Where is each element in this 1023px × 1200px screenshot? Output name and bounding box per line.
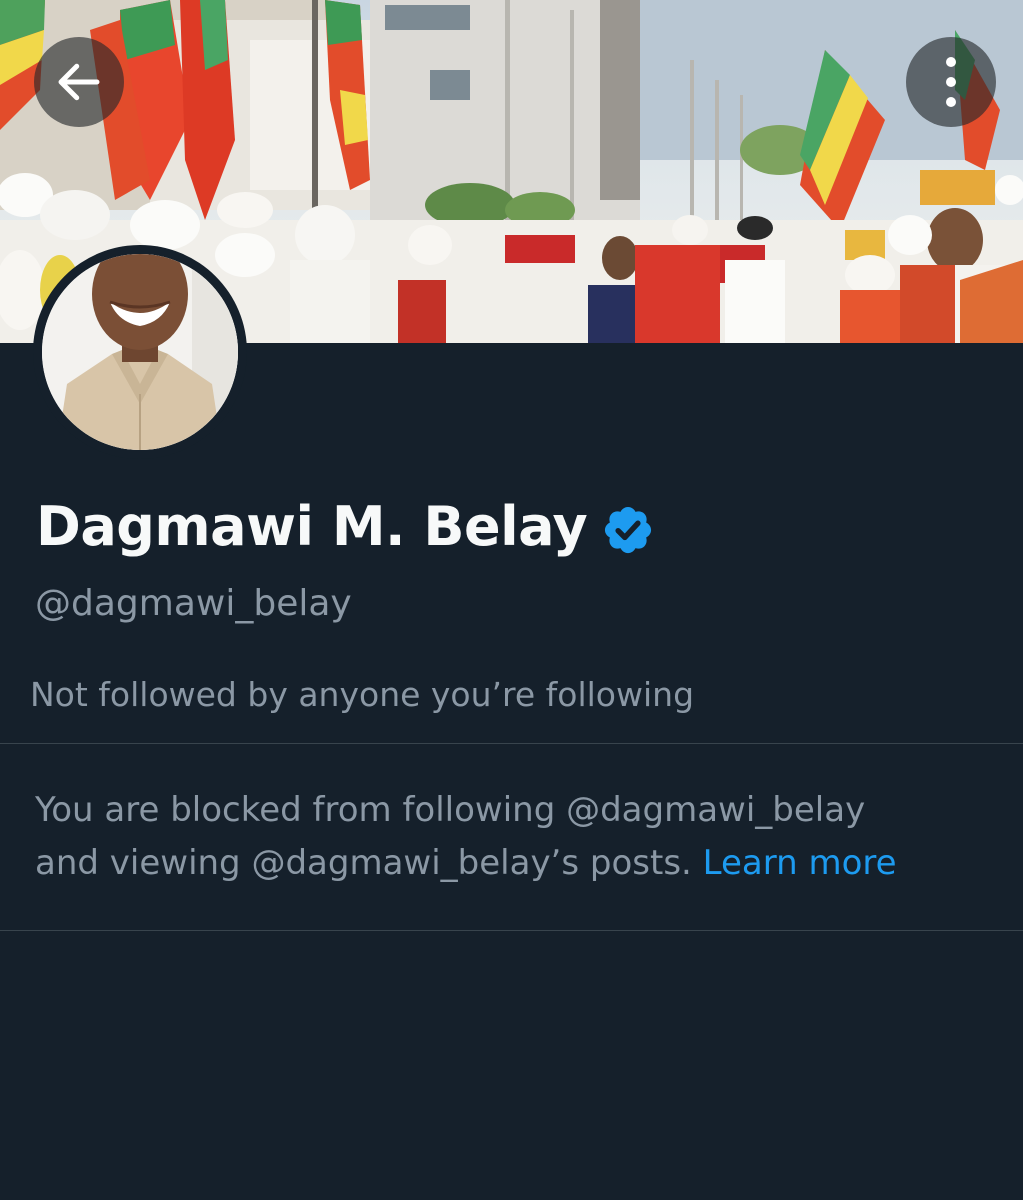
blocked-message: You are blocked from following @dagmawi_… [35,784,995,890]
verified-badge-icon[interactable] [601,503,655,557]
divider [0,930,1023,931]
back-button[interactable] [34,37,124,127]
avatar-illustration [42,254,238,450]
divider [0,743,1023,744]
more-vertical-icon [946,57,956,107]
profile-display-name: Dagmawi M. Belay [36,495,588,558]
profile-page: Dagmawi M. Belay @dagmawi_belay Not foll… [0,0,1023,1200]
profile-handle: @dagmawi_belay [35,583,352,624]
followers-you-know-note: Not followed by anyone you’re following [30,675,695,714]
blocked-message-line-2: and viewing @dagmawi_belay’s posts. Lear… [35,837,995,890]
more-options-button[interactable] [906,37,996,127]
arrow-left-icon [58,63,100,101]
avatar-photo [42,254,238,450]
blocked-message-text: and viewing @dagmawi_belay’s posts. [35,843,692,883]
blocked-message-line-1: You are blocked from following @dagmawi_… [35,790,866,830]
profile-avatar[interactable] [33,245,247,459]
learn-more-link[interactable]: Learn more [703,843,897,883]
